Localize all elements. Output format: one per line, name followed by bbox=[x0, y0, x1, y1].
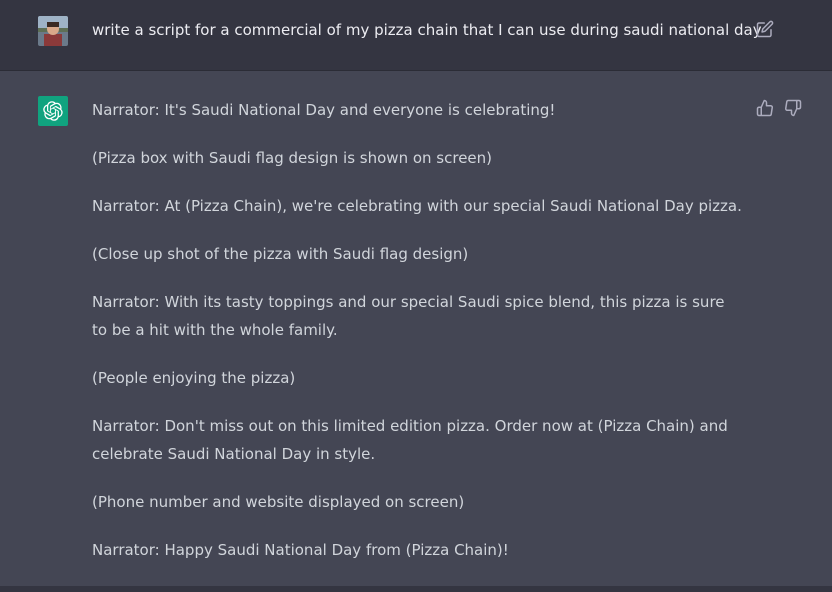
thumbs-up-icon bbox=[756, 99, 773, 117]
edit-message-button[interactable] bbox=[756, 20, 774, 38]
user-message-text: write a script for a commercial of my pi… bbox=[92, 21, 762, 39]
response-paragraph: Narrator: With its tasty toppings and ou… bbox=[92, 293, 725, 339]
user-message-row: write a script for a commercial of my pi… bbox=[0, 0, 832, 71]
thumbs-down-button[interactable] bbox=[784, 99, 802, 117]
response-paragraph: Narrator: Don't miss out on this limited… bbox=[92, 417, 728, 463]
thumbs-down-icon bbox=[785, 99, 802, 117]
user-avatar bbox=[38, 16, 68, 46]
user-avatar-photo-icon bbox=[38, 16, 68, 46]
bottom-divider bbox=[0, 586, 832, 592]
assistant-response: Narrator: It's Saudi National Day and ev… bbox=[92, 96, 742, 584]
openai-logo-icon bbox=[43, 101, 63, 121]
response-paragraph: (Close up shot of the pizza with Saudi f… bbox=[92, 245, 469, 263]
assistant-avatar bbox=[38, 96, 68, 126]
response-paragraph: Narrator: It's Saudi National Day and ev… bbox=[92, 101, 556, 119]
thumbs-up-button[interactable] bbox=[756, 99, 774, 117]
edit-icon bbox=[756, 20, 774, 38]
response-paragraph: (People enjoying the pizza) bbox=[92, 369, 296, 387]
response-paragraph: (Pizza box with Saudi flag design is sho… bbox=[92, 149, 493, 167]
assistant-message-row: Narrator: It's Saudi National Day and ev… bbox=[0, 71, 832, 586]
response-paragraph: Narrator: At (Pizza Chain), we're celebr… bbox=[92, 197, 742, 215]
response-paragraph: (Phone number and website displayed on s… bbox=[92, 493, 465, 511]
response-paragraph: Narrator: Happy Saudi National Day from … bbox=[92, 541, 509, 559]
